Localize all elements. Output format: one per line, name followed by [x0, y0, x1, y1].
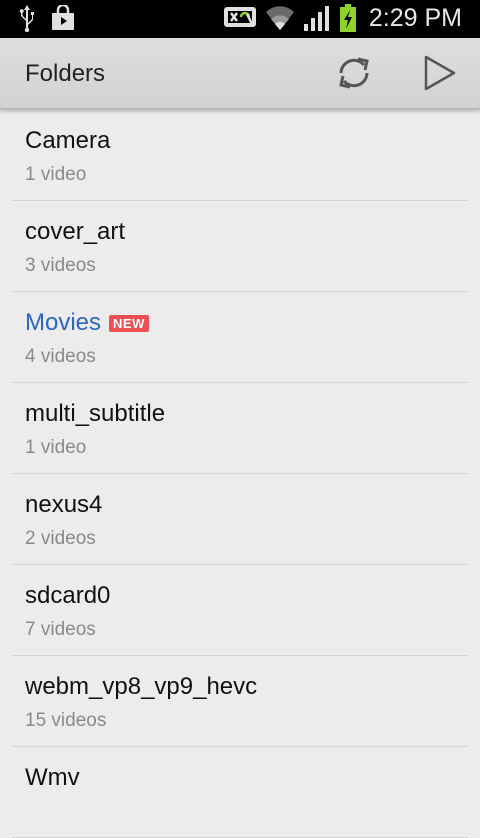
action-bar: Folders [0, 38, 480, 110]
folder-name: nexus4 [25, 491, 103, 518]
wireless-display-icon [223, 4, 257, 32]
folder-list: Camera 1 video cover_art 3 videos Movies… [0, 110, 480, 838]
list-item[interactable]: nexus4 2 videos [12, 474, 468, 565]
new-badge: NEW [109, 314, 149, 332]
wifi-icon [265, 4, 295, 32]
list-item[interactable]: cover_art 3 videos [12, 201, 468, 292]
page-title: Folders [25, 60, 106, 87]
video-count: 1 video [25, 164, 87, 185]
folder-name: multi_subtitle [25, 400, 166, 427]
folder-name: webm_vp8_vp9_hevc [25, 673, 258, 700]
video-count: 1 video [25, 437, 87, 458]
battery-charging-icon [339, 3, 357, 33]
video-count: 15 videos [25, 710, 107, 731]
list-item[interactable]: webm_vp8_vp9_hevc 15 videos [12, 656, 468, 747]
signal-icon [303, 4, 331, 32]
folder-name: Camera [25, 127, 111, 154]
play-all-button[interactable] [416, 53, 460, 97]
folder-name: cover_art [25, 218, 126, 245]
folder-name: Movies NEW [25, 309, 149, 337]
refresh-icon [334, 53, 374, 98]
folder-name: sdcard0 [25, 582, 111, 609]
usb-icon [18, 4, 36, 32]
shopping-bag-icon [50, 5, 76, 31]
video-count: 7 videos [25, 619, 96, 640]
video-count: 4 videos [25, 346, 96, 367]
status-bar: 2:29 PM [0, 0, 480, 38]
list-item[interactable]: Camera 1 video [12, 110, 468, 201]
list-item[interactable]: Wmv [12, 747, 468, 838]
refresh-button[interactable] [332, 53, 376, 97]
list-item[interactable]: multi_subtitle 1 video [12, 383, 468, 474]
clock: 2:29 PM [368, 3, 462, 32]
video-count: 3 videos [25, 255, 96, 276]
list-item[interactable]: sdcard0 7 videos [12, 565, 468, 656]
folder-name: Wmv [25, 764, 80, 791]
list-item[interactable]: Movies NEW 4 videos [12, 292, 468, 383]
video-count: 2 videos [25, 528, 96, 549]
play-icon [418, 53, 458, 98]
